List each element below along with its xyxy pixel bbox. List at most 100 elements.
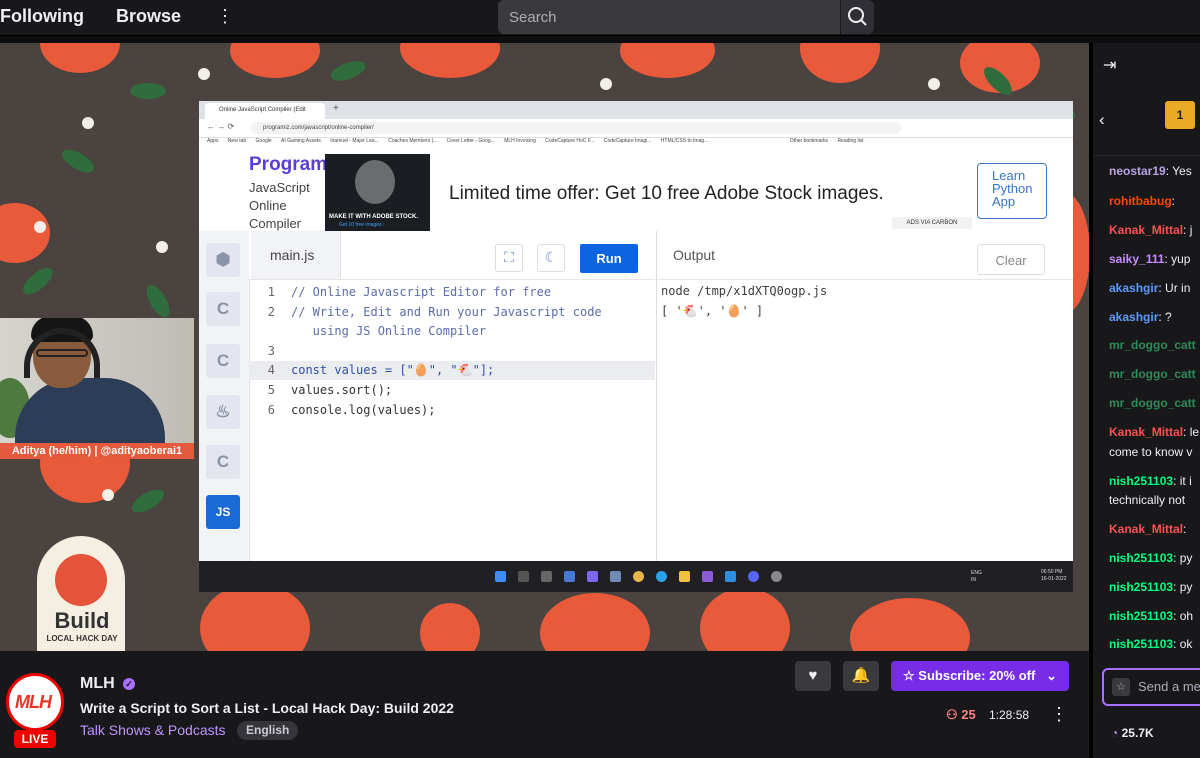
discord-icon[interactable] — [748, 571, 759, 582]
bg-flower — [40, 43, 120, 73]
chat-username[interactable]: nish251103 — [1109, 609, 1173, 623]
c-icon[interactable]: C — [206, 292, 240, 326]
bookmark[interactable]: Coaches Members |... — [388, 138, 437, 144]
chat-username[interactable]: nish251103 — [1109, 551, 1173, 565]
bookmark[interactable]: Other bookmarks — [790, 138, 828, 144]
following-link[interactable]: Following — [0, 6, 84, 27]
widgets-icon[interactable] — [564, 571, 575, 582]
more-options-icon[interactable]: ⋮ — [1050, 704, 1068, 725]
search-icon — [848, 7, 867, 26]
bookmark[interactable]: Cover Letter - Goog... — [446, 138, 494, 144]
ad-text[interactable]: Limited time offer: Get 10 free Adobe St… — [449, 183, 884, 205]
new-tab-icon[interactable]: + — [333, 103, 339, 114]
chat-username[interactable]: nish251103 — [1109, 580, 1173, 594]
chevron-left-icon[interactable]: ‹ — [1099, 110, 1105, 130]
search-taskbar-icon[interactable] — [518, 571, 529, 582]
csharp-icon[interactable]: C — [206, 445, 240, 479]
javascript-icon[interactable]: JS — [206, 495, 240, 529]
address-bar[interactable]: programiz.com/javascript/online-compiler… — [251, 122, 901, 134]
chat-username[interactable]: rohitbabug — [1109, 194, 1172, 208]
bookmark[interactable]: AI Gaming Assets — [281, 138, 321, 144]
vscode-icon[interactable] — [725, 571, 736, 582]
bookmark[interactable]: Inamuel - Major Lea... — [330, 138, 379, 144]
code-line: 5 values.sort(); — [267, 383, 393, 397]
start-icon[interactable] — [495, 571, 506, 582]
heart-icon: ♥ — [808, 667, 818, 684]
bg-flower — [200, 583, 310, 651]
chat-message: akashgir: ? — [1109, 307, 1200, 327]
chat-username[interactable]: saiky_111 — [1109, 252, 1164, 266]
clear-button[interactable]: Clear — [977, 244, 1045, 275]
bookmark[interactable]: MLH Invoicing — [504, 138, 536, 144]
chat-username[interactable]: mr_doggo_catt — [1109, 396, 1196, 410]
gift-icon[interactable]: 1 — [1165, 101, 1195, 129]
browse-link[interactable]: Browse — [116, 6, 181, 27]
visual-studio-icon[interactable] — [702, 571, 713, 582]
bookmark[interactable]: CodeCapture Imagi... — [604, 138, 652, 144]
edge-icon[interactable] — [656, 571, 667, 582]
channel-points[interactable]: ◔ 25.7K — [1111, 726, 1154, 740]
bookmark[interactable]: HTML/CSS to Imag... — [661, 138, 709, 144]
category-link[interactable]: Talk Shows & Podcasts — [80, 722, 226, 738]
cpp-icon[interactable]: C — [206, 344, 240, 378]
search-input[interactable]: Search — [498, 0, 840, 34]
bg-leaf — [19, 263, 57, 299]
chat-username[interactable]: Kanak_Mittal — [1109, 522, 1183, 536]
chat-username[interactable]: nish251103 — [1109, 637, 1173, 651]
nav-arrows-icon[interactable]: ← → ⟳ — [207, 122, 234, 131]
chat-username[interactable]: akashgir — [1109, 310, 1158, 324]
task-view-icon[interactable] — [541, 571, 552, 582]
chat-username[interactable]: neostar19 — [1109, 164, 1166, 178]
language-tag[interactable]: English — [237, 721, 299, 740]
search-button[interactable] — [841, 0, 874, 34]
settings-taskbar-icon[interactable] — [610, 571, 621, 582]
more-icon[interactable]: ⋮ — [216, 6, 234, 27]
run-button[interactable]: Run — [580, 244, 638, 273]
bg-leaf — [328, 57, 368, 85]
chat-header: ‹ 1 — [1093, 91, 1200, 156]
star-icon[interactable]: ☆ — [1112, 678, 1130, 696]
learn-python-button[interactable]: Learn Python App — [977, 163, 1047, 219]
browser-tab[interactable]: Online JavaScript Compiler (Edit — [205, 103, 325, 119]
chat-username[interactable]: mr_doggo_catt — [1109, 367, 1196, 381]
bookmark[interactable]: Reading list — [837, 138, 863, 144]
stream-video[interactable]: Online JavaScript Compiler (Edit + ← → ⟳… — [0, 43, 1089, 651]
chat-username[interactable]: nish251103 — [1109, 474, 1173, 488]
language-indicator[interactable]: ENG IN — [971, 570, 982, 584]
bookmark[interactable]: Apps — [207, 138, 218, 144]
chat-username[interactable]: akashgir — [1109, 281, 1158, 295]
app-icon[interactable] — [771, 571, 782, 582]
avatar[interactable]: MLH — [6, 673, 64, 731]
chrome-icon[interactable] — [633, 571, 644, 582]
channel-name[interactable]: MLH — [80, 675, 115, 693]
chat-text: : ok — [1173, 637, 1193, 651]
chat-username[interactable]: Kanak_Mittal — [1109, 425, 1183, 439]
dark-mode-icon[interactable]: ☾ — [537, 244, 565, 272]
bookmark[interactable]: Google — [256, 138, 272, 144]
explorer-icon[interactable] — [679, 571, 690, 582]
bookmark[interactable]: New tab — [228, 138, 246, 144]
ad-image[interactable]: MAKE IT WITH ADOBE STOCK. Get 10 free im… — [325, 154, 430, 231]
chat-input[interactable]: ☆ Send a message — [1102, 668, 1200, 706]
follow-button[interactable]: ♥ — [795, 661, 831, 691]
teams-icon[interactable] — [587, 571, 598, 582]
fullscreen-icon[interactable]: ⛶ — [495, 244, 523, 272]
collapse-chat-icon[interactable]: ⇥ — [1103, 55, 1116, 75]
code-editor[interactable]: 1// Online Javascript Editor for free 2/… — [249, 283, 655, 561]
chat-message: nish251103: it i — [1109, 471, 1200, 491]
file-tab[interactable]: main.js — [251, 231, 341, 279]
ad-caption-link[interactable]: Get 10 free images › — [339, 222, 385, 228]
bg-leaf — [142, 281, 174, 321]
java-icon[interactable]: ♨ — [206, 395, 240, 429]
ads-via-label: ADS VIA CARBON — [892, 217, 972, 229]
taskbar-clock[interactable]: 06:50 PM 16-01-2022 — [1041, 569, 1067, 583]
webcam-overlay: Aditya (he/him) | @adityaoberai1 — [0, 318, 194, 459]
subscribe-button[interactable]: ☆ Subscribe: 20% off ⌄ — [891, 661, 1069, 691]
chat-username[interactable]: mr_doggo_catt — [1109, 338, 1196, 352]
chat-username[interactable]: Kanak_Mittal — [1109, 223, 1183, 237]
bookmark[interactable]: CodeCapture HoC F... — [545, 138, 594, 144]
python-icon[interactable]: ⬢ — [206, 243, 240, 277]
bg-dot — [600, 78, 612, 90]
points-icon: ◔ — [1111, 726, 1122, 740]
notifications-button[interactable]: 🔔 — [843, 661, 879, 691]
